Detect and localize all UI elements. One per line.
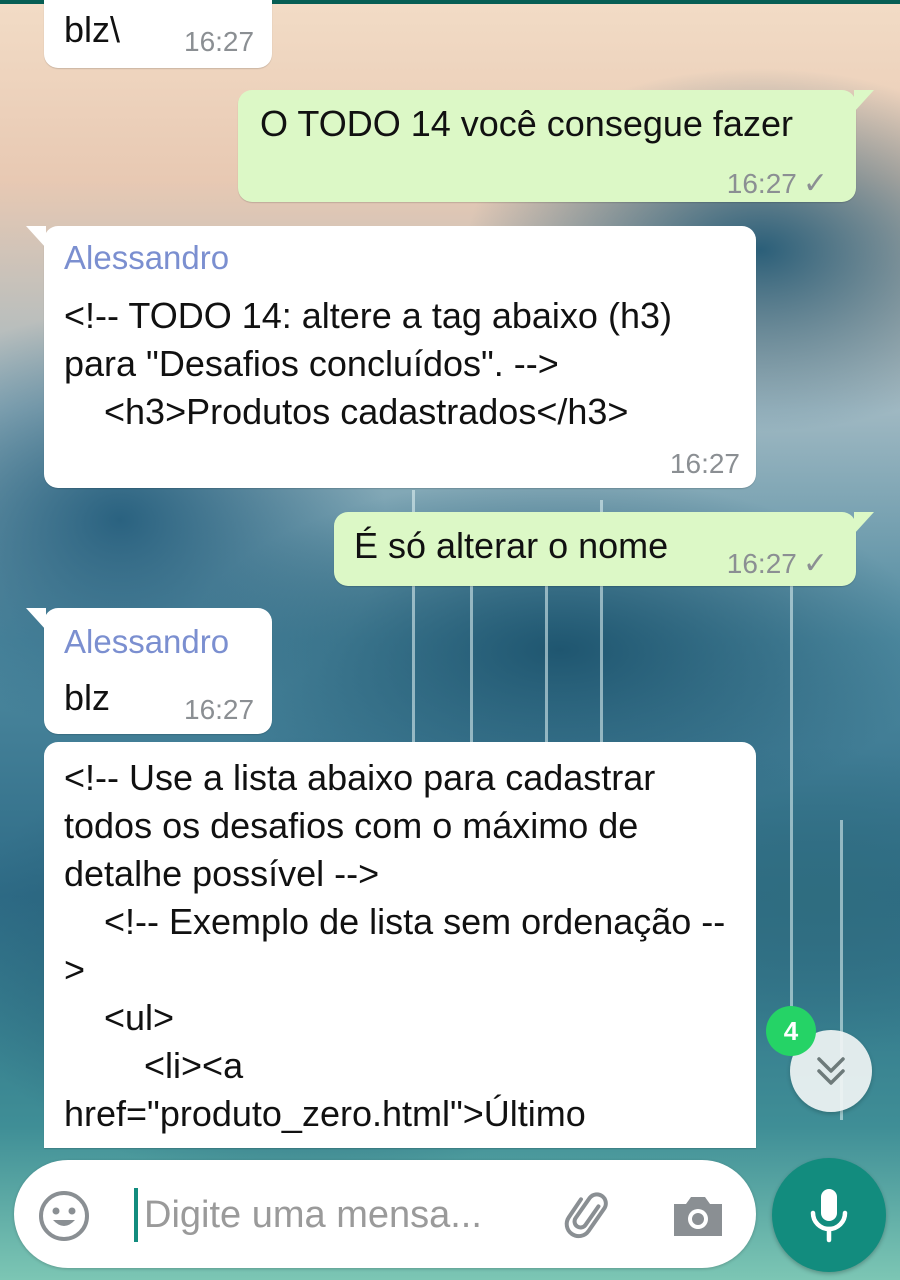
message-input[interactable] xyxy=(134,1188,566,1242)
message-text: blz\ xyxy=(64,9,121,50)
emoji-button[interactable] xyxy=(36,1188,92,1244)
unread-count-badge: 4 xyxy=(766,1006,816,1056)
sent-check-icon: ✓ xyxy=(802,547,828,580)
message-time: 16:27 xyxy=(184,26,255,57)
message-meta: 16:27 ✓ xyxy=(727,540,828,588)
sent-check-icon: ✓ xyxy=(802,167,828,200)
voice-message-button[interactable] xyxy=(772,1158,886,1272)
message-text: blz xyxy=(64,677,111,718)
message-incoming[interactable]: Alessandro <!-- TODO 14: altere a tag ab… xyxy=(26,226,756,488)
emoji-icon xyxy=(39,1191,89,1241)
paperclip-icon xyxy=(564,1192,608,1239)
message-text: <!-- TODO 14: altere a tag abaixo (h3) p… xyxy=(64,295,672,432)
message-time: 16:27 xyxy=(726,168,797,199)
message-incoming[interactable]: blz\ 16:27 xyxy=(44,0,272,68)
sender-name[interactable]: Alessandro xyxy=(64,622,229,662)
camera-icon xyxy=(674,1197,722,1236)
message-outgoing[interactable]: O TODO 14 você consegue fazer 16:27 ✓ xyxy=(238,90,874,202)
message-time: 16:27 xyxy=(726,548,797,579)
message-text: <!-- Use a lista abaixo para cadastrar t… xyxy=(64,757,726,1148)
double-chevron-down-icon xyxy=(817,1057,845,1085)
message-text: É só alterar o nome xyxy=(354,525,669,566)
attach-button[interactable] xyxy=(562,1188,618,1244)
message-time: 16:27 xyxy=(184,694,255,725)
message-incoming[interactable]: <!-- Use a lista abaixo para cadastrar t… xyxy=(44,742,756,1148)
microphone-icon xyxy=(810,1189,848,1243)
camera-button[interactable] xyxy=(668,1188,728,1244)
message-time: 16:27 xyxy=(669,448,740,479)
message-outgoing[interactable]: É só alterar o nome 16:27 ✓ xyxy=(334,512,874,588)
wallpaper-streak xyxy=(790,580,793,1030)
message-composer xyxy=(14,1160,756,1268)
message-text: O TODO 14 você consegue fazer xyxy=(260,103,793,144)
message-meta: 16:27 ✓ xyxy=(727,160,828,208)
message-incoming[interactable]: Alessandro blz 16:27 xyxy=(26,608,272,734)
sender-name[interactable]: Alessandro xyxy=(64,238,229,278)
